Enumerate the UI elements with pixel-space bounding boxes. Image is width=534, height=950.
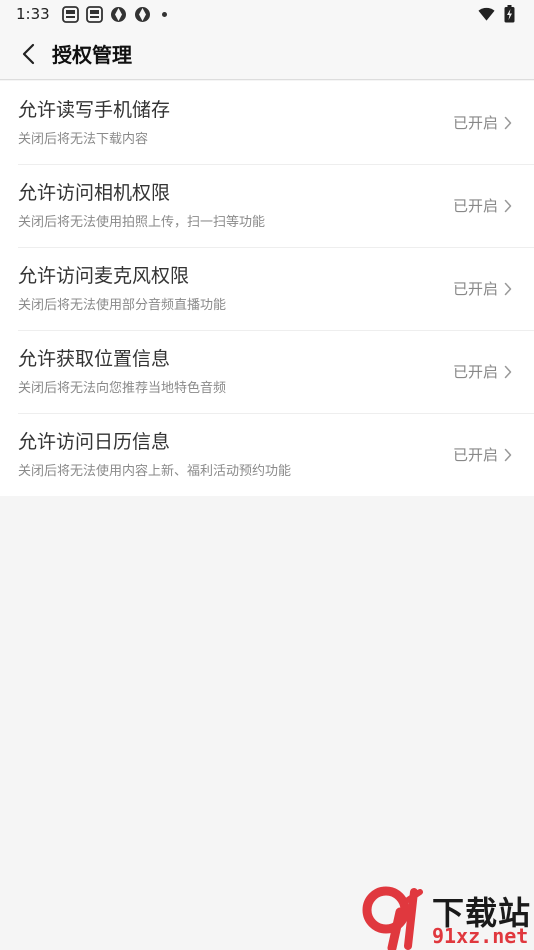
chevron-right-icon <box>504 365 512 378</box>
permission-description: 关闭后将无法下载内容 <box>18 131 149 147</box>
app-notification-icon <box>61 5 79 23</box>
status-system-icons <box>478 5 518 23</box>
permission-status-label: 已开启 <box>452 363 498 381</box>
page-title: 授权管理 <box>52 43 132 67</box>
chevron-right-icon <box>504 199 512 212</box>
status-bar: 1:33 <box>0 0 534 28</box>
permission-status[interactable]: 已开启 <box>453 444 512 465</box>
wifi-icon <box>478 6 495 23</box>
permission-status[interactable]: 已开启 <box>453 361 512 382</box>
screen: 1:33 授权管理 允许读写手机储存 关闭后将无法下载内容 已开启 允许访问相机… <box>0 0 534 950</box>
permission-title: 允许访问相机权限 <box>18 181 171 204</box>
permission-list: 允许读写手机储存 关闭后将无法下载内容 已开启 允许访问相机权限 关闭后将无法使… <box>0 81 534 496</box>
battery-charging-icon <box>501 5 518 23</box>
permission-text: 允许访问相机权限 关闭后将无法使用拍照上传，扫一扫等功能 <box>18 180 453 232</box>
status-time: 1:33 <box>16 5 50 23</box>
app-header: 授权管理 <box>0 28 534 80</box>
permission-description: 关闭后将无法向您推荐当地特色音频 <box>18 380 227 396</box>
permission-status[interactable]: 已开启 <box>453 278 512 299</box>
status-notification-icons <box>61 5 167 23</box>
permission-item-calendar[interactable]: 允许访问日历信息 关闭后将无法使用内容上新、福利活动预约功能 已开启 <box>0 413 534 496</box>
permission-status[interactable]: 已开启 <box>453 112 512 133</box>
permission-item-location[interactable]: 允许获取位置信息 关闭后将无法向您推荐当地特色音频 已开启 <box>0 330 534 413</box>
permission-item-microphone[interactable]: 允许访问麦克风权限 关闭后将无法使用部分音频直播功能 已开启 <box>0 247 534 330</box>
permission-title: 允许获取位置信息 <box>18 347 171 370</box>
back-button[interactable] <box>0 28 56 80</box>
permission-description: 关闭后将无法使用内容上新、福利活动预约功能 <box>18 463 292 479</box>
permission-title: 允许访问麦克风权限 <box>18 264 190 287</box>
permission-item-camera[interactable]: 允许访问相机权限 关闭后将无法使用拍照上传，扫一扫等功能 已开启 <box>0 164 534 247</box>
permission-item-storage[interactable]: 允许读写手机储存 关闭后将无法下载内容 已开启 <box>0 81 534 164</box>
permission-text: 允许读写手机储存 关闭后将无法下载内容 <box>18 97 453 149</box>
watermark: 下载站 91xz.net <box>362 886 534 950</box>
permission-status-label: 已开启 <box>452 280 498 298</box>
permission-title: 允许读写手机储存 <box>18 98 171 121</box>
permission-text: 允许获取位置信息 关闭后将无法向您推荐当地特色音频 <box>18 346 453 398</box>
chevron-right-icon <box>504 448 512 461</box>
chevron-left-icon <box>22 43 35 64</box>
more-notifications-dot-icon <box>161 11 167 17</box>
permission-status-label: 已开启 <box>452 114 498 132</box>
permission-description: 关闭后将无法使用拍照上传，扫一扫等功能 <box>18 214 266 230</box>
aperture-icon <box>110 6 127 23</box>
watermark-logo-icon <box>362 886 423 950</box>
chevron-right-icon <box>504 116 512 129</box>
permission-status-label: 已开启 <box>452 446 498 464</box>
chevron-right-icon <box>504 282 512 295</box>
watermark-url: 91xz.net <box>432 924 529 948</box>
app-notification-icon <box>85 5 103 23</box>
permission-status-label: 已开启 <box>452 197 498 215</box>
permission-text: 允许访问麦克风权限 关闭后将无法使用部分音频直播功能 <box>18 263 453 315</box>
aperture-icon <box>134 6 151 23</box>
permission-text: 允许访问日历信息 关闭后将无法使用内容上新、福利活动预约功能 <box>18 429 453 481</box>
permission-description: 关闭后将无法使用部分音频直播功能 <box>18 297 227 313</box>
permission-status[interactable]: 已开启 <box>453 195 512 216</box>
permission-title: 允许访问日历信息 <box>18 430 171 453</box>
